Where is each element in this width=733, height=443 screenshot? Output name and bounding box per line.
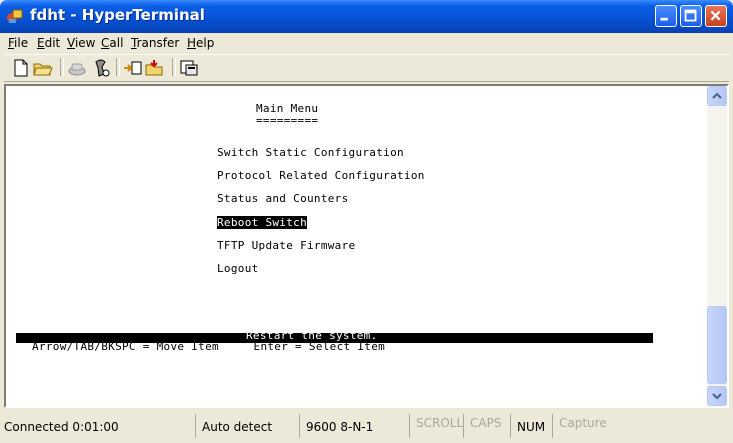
status-detect: Auto detect bbox=[195, 414, 299, 438]
window-title: fdht - HyperTerminal bbox=[30, 6, 205, 24]
close-icon bbox=[710, 10, 721, 21]
terminal-screen[interactable]: Main Menu ========= Switch Static Config… bbox=[6, 86, 707, 406]
terminal-menu-item[interactable]: Status and Counters bbox=[217, 192, 349, 205]
title-bar[interactable]: fdht - HyperTerminal bbox=[0, 0, 733, 33]
toolbar-separator bbox=[60, 58, 64, 76]
status-caps: CAPS bbox=[463, 414, 510, 438]
minimize-button[interactable] bbox=[655, 5, 677, 27]
receive-icon[interactable] bbox=[144, 58, 166, 78]
open-icon[interactable] bbox=[32, 58, 54, 78]
toolbar-separator bbox=[172, 58, 176, 76]
menu-edit[interactable]: Edit bbox=[37, 36, 60, 50]
status-scroll: SCROLL bbox=[409, 414, 463, 438]
chevron-down-icon bbox=[712, 393, 722, 400]
connect-icon[interactable] bbox=[66, 58, 88, 78]
maximize-icon bbox=[684, 9, 697, 22]
toolbar-separator bbox=[116, 58, 120, 76]
terminal-menu-item-selected[interactable]: Reboot Switch bbox=[217, 216, 307, 229]
status-num: NUM bbox=[510, 414, 552, 438]
terminal-menu-item[interactable]: Switch Static Configuration bbox=[217, 146, 404, 159]
status-capture: Capture bbox=[552, 414, 620, 438]
properties-icon[interactable] bbox=[178, 58, 200, 78]
terminal-help-line: Arrow/TAB/BKSPC = Move Item Enter = Sele… bbox=[32, 340, 386, 353]
toolbar bbox=[4, 54, 729, 82]
maximize-button[interactable] bbox=[680, 5, 702, 27]
menu-help[interactable]: Help bbox=[187, 36, 214, 50]
menu-transfer[interactable]: Transfer bbox=[131, 36, 179, 50]
minimize-icon bbox=[660, 17, 668, 21]
vertical-scrollbar[interactable] bbox=[707, 86, 727, 406]
terminal-menu-item[interactable]: Protocol Related Configuration bbox=[217, 169, 425, 182]
terminal-menu-item[interactable]: TFTP Update Firmware bbox=[217, 239, 355, 252]
menu-file[interactable]: File bbox=[8, 36, 28, 50]
status-settings: 9600 8-N-1 bbox=[299, 414, 409, 438]
chevron-up-icon bbox=[712, 92, 722, 99]
terminal-menu-title-underline: ========= bbox=[256, 114, 319, 127]
status-bar: Connected 0:01:00 Auto detect 9600 8-N-1… bbox=[0, 410, 733, 443]
hyperterminal-app-icon[interactable] bbox=[6, 7, 24, 25]
scroll-down-button[interactable] bbox=[707, 386, 727, 406]
menu-call[interactable]: Call bbox=[101, 36, 123, 50]
terminal-frame: Main Menu ========= Switch Static Config… bbox=[4, 84, 729, 408]
new-icon[interactable] bbox=[10, 58, 32, 78]
send-icon[interactable] bbox=[122, 58, 144, 78]
status-connected: Connected 0:01:00 bbox=[4, 420, 119, 434]
menu-bar: File Edit View Call Transfer Help bbox=[4, 33, 729, 54]
disconnect-icon[interactable] bbox=[90, 58, 112, 78]
close-button[interactable] bbox=[705, 5, 727, 27]
scroll-up-button[interactable] bbox=[707, 86, 727, 106]
scrollbar-thumb[interactable] bbox=[707, 306, 727, 384]
menu-view[interactable]: View bbox=[67, 36, 95, 50]
terminal-menu-item[interactable]: Logout bbox=[217, 262, 259, 275]
